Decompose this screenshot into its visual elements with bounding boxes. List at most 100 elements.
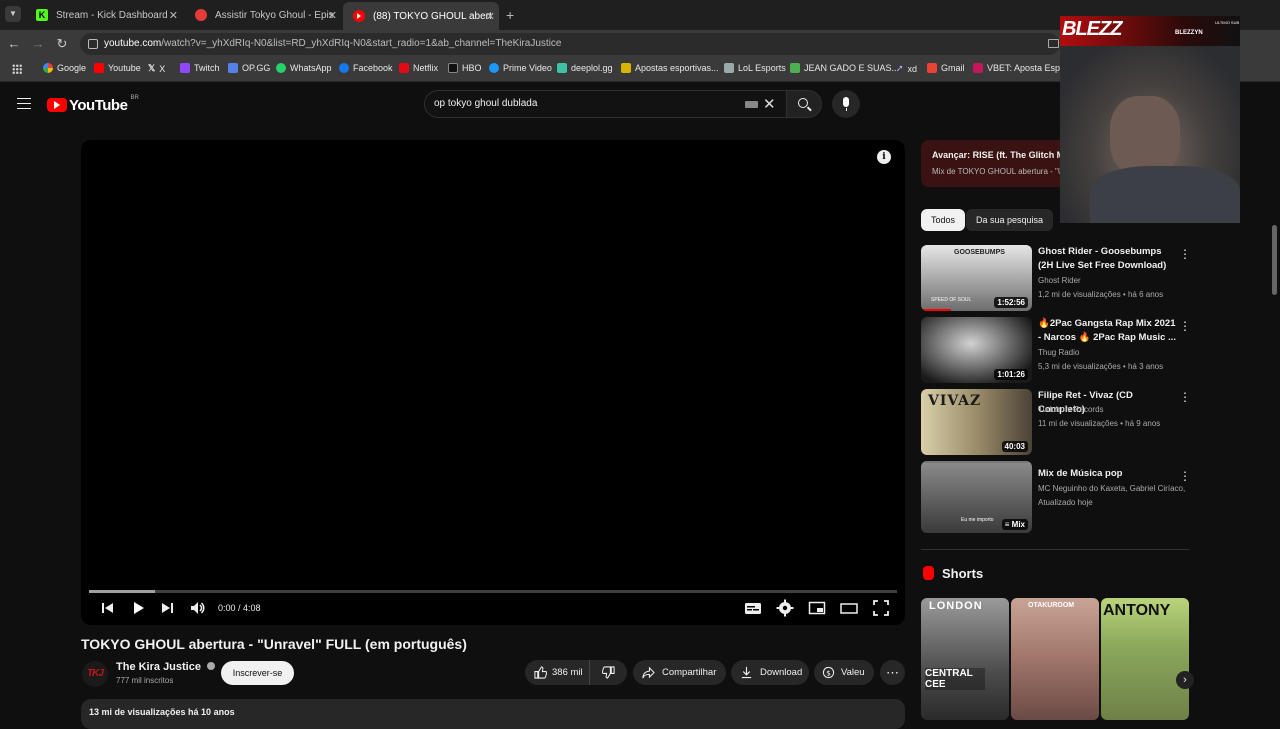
video-title[interactable]: Ghost Rider - Goosebumps (2H Live Set Fr…	[1038, 245, 1176, 273]
channel-name[interactable]: Ghost Rider	[1038, 276, 1081, 285]
bookmark-twitch[interactable]: Twitch	[180, 63, 220, 73]
deeplol-icon	[557, 63, 567, 73]
bookmark-label: OP.GG	[242, 63, 271, 73]
keyboard-icon[interactable]	[745, 101, 758, 108]
youtube-logo[interactable]: YouTube BR	[47, 95, 139, 114]
video-title[interactable]: 🔥2Pac Gangsta Rap Mix 2021 - Narcos 🔥 2P…	[1038, 317, 1176, 345]
video-thumbnail[interactable]: 1:01:26	[921, 317, 1032, 383]
channel-name[interactable]: Tudubom Records	[1038, 405, 1104, 414]
info-icon[interactable]: i	[877, 150, 891, 164]
bookmark-hbo[interactable]: HBO	[448, 63, 482, 73]
streamer-webcam	[1060, 46, 1240, 223]
chip-from-search[interactable]: Da sua pesquisa	[966, 209, 1054, 231]
bookmark-label: Twitch	[194, 63, 220, 73]
url-path: /watch?v=_yhXdRIq-N0&list=RD_yhXdRIq-N0&…	[161, 38, 562, 49]
reload-icon[interactable]: ↻	[54, 36, 70, 52]
bookmark-label: xd	[907, 63, 918, 74]
more-actions-button[interactable]: ⋯	[880, 660, 905, 685]
browser-tab-anime[interactable]: Assistir Tokyo Ghoul - Episódio ✕	[185, 4, 341, 26]
bookmark-prime-video[interactable]: Prime Video	[489, 63, 552, 73]
youtube-icon	[353, 10, 365, 22]
shorts-next-arrow-icon[interactable]: ›	[1176, 671, 1194, 689]
settings-gear-icon[interactable]	[775, 598, 795, 618]
more-vertical-icon[interactable]: ⋮	[1179, 390, 1191, 404]
channel-name[interactable]: Thug Radio	[1038, 348, 1079, 357]
close-tab-icon[interactable]: ✕	[486, 10, 495, 23]
channel-avatar[interactable]: TKJ	[82, 661, 108, 687]
fullscreen-icon[interactable]	[871, 598, 891, 618]
more-vertical-icon[interactable]: ⋮	[1179, 469, 1191, 483]
chip-all[interactable]: Todos	[921, 209, 966, 231]
cast-icon[interactable]	[1048, 39, 1059, 48]
youtube-logo-text: YouTube	[69, 96, 128, 114]
download-label: Download	[760, 667, 803, 678]
next-icon[interactable]	[157, 598, 177, 618]
bookmark-gmail[interactable]: Gmail	[927, 63, 965, 73]
play-icon[interactable]	[128, 598, 148, 618]
search-input[interactable]: op tokyo ghoul dublada	[434, 98, 537, 109]
more-vertical-icon[interactable]: ⋮	[1179, 319, 1191, 333]
bookmark-xd[interactable]: ➚ xd	[896, 63, 917, 74]
subscribe-button[interactable]: Inscrever-se	[221, 661, 294, 685]
bookmark-jean-gado[interactable]: JEAN GADO E SUAS...	[790, 63, 899, 73]
overlay-handle: BLEZZYN	[1175, 30, 1203, 36]
mix-thumbnail[interactable]: Eu me importo ≡ Mix	[921, 461, 1032, 533]
voice-search-button[interactable]	[832, 90, 860, 118]
browser-tab-kick[interactable]: K Stream - Kick Dashboard ✕	[26, 4, 182, 26]
site-info-icon[interactable]	[88, 39, 98, 49]
bookmark-x[interactable]: 𝕏X	[148, 63, 165, 74]
short-card[interactable]: ANTONY	[1101, 598, 1189, 720]
short-card[interactable]: OTAKUROOM	[1011, 598, 1099, 720]
url-text: youtube.com/watch?v=_yhXdRIq-N0&list=RD_…	[104, 38, 561, 49]
channel-avatar-text: TKJ	[87, 668, 104, 679]
clear-search-icon[interactable]: ✕	[763, 95, 776, 113]
duration-badge: 40:03	[1001, 441, 1028, 452]
volume-icon[interactable]	[188, 598, 208, 618]
channel-name[interactable]: The Kira Justice	[116, 661, 216, 673]
webcam-overlay: BLEZZ BLEZZYN ULTIMO SUB	[1060, 16, 1240, 223]
short-card[interactable]: LONDON CENTRAL CEE	[921, 598, 1009, 720]
scrollbar-thumb[interactable]	[1272, 225, 1277, 295]
bookmark-facebook[interactable]: Facebook	[339, 63, 393, 73]
previous-icon[interactable]	[98, 598, 118, 618]
twitch-icon	[180, 63, 190, 73]
search-button[interactable]	[786, 90, 822, 118]
bookmark-lol-esports[interactable]: LoL Esports	[724, 63, 786, 73]
thanks-button[interactable]: $ Valeu	[814, 660, 874, 685]
bookmark-google[interactable]: Google	[43, 63, 86, 73]
new-tab-icon[interactable]: +	[506, 7, 514, 23]
channel-name[interactable]: MC Neguinho do Kaxeta, Gabriel Ciríaco, …	[1038, 484, 1188, 493]
tab-search-button[interactable]: ▼	[5, 6, 21, 22]
more-vertical-icon[interactable]: ⋮	[1179, 247, 1191, 261]
video-player[interactable]	[81, 140, 905, 625]
short-sublabel: CENTRAL CEE	[925, 668, 985, 690]
progress-bar[interactable]	[89, 590, 897, 593]
download-button[interactable]: Download	[731, 660, 809, 685]
video-title[interactable]: Mix de Música pop	[1038, 467, 1176, 481]
bookmark-netflix[interactable]: Netflix	[399, 63, 438, 73]
video-thumbnail[interactable]: VIVAZ 40:03	[921, 389, 1032, 455]
bookmark-deeplol[interactable]: deeplol.gg	[557, 63, 613, 73]
duration-badge: 1:01:26	[994, 369, 1028, 380]
bookmark-label: JEAN GADO E SUAS...	[804, 63, 900, 73]
verified-badge-icon	[207, 662, 216, 670]
bookmark-youtube[interactable]: Youtube	[94, 63, 141, 73]
subtitles-icon[interactable]	[743, 598, 763, 618]
close-tab-icon[interactable]: ✕	[169, 9, 178, 22]
video-thumbnail[interactable]: GOOSEBUMPS SPEED OF SOUL 1:52:56	[921, 245, 1032, 311]
close-tab-icon[interactable]: ✕	[328, 9, 337, 22]
back-icon[interactable]: ←	[6, 36, 22, 52]
bookmark-apostas[interactable]: Apostas esportivas...	[621, 63, 719, 73]
miniplayer-icon[interactable]	[807, 598, 827, 618]
hamburger-menu-icon[interactable]	[17, 98, 31, 109]
forward-icon[interactable]: →	[30, 36, 46, 52]
bookmark-opgg[interactable]: OP.GG	[228, 63, 270, 73]
bookmark-whatsapp[interactable]: WhatsApp	[276, 63, 332, 73]
browser-tab-youtube[interactable]: (88) TOKYO GHOUL abertura - ✕	[343, 2, 499, 30]
share-button[interactable]: Compartilhar	[633, 660, 726, 685]
theater-mode-icon[interactable]	[839, 598, 859, 618]
apps-grid-icon[interactable]	[12, 64, 22, 74]
dislike-button[interactable]	[590, 660, 627, 685]
like-button[interactable]: 386 mil	[525, 660, 590, 685]
overlay-brand: BLEZZ	[1062, 18, 1122, 40]
